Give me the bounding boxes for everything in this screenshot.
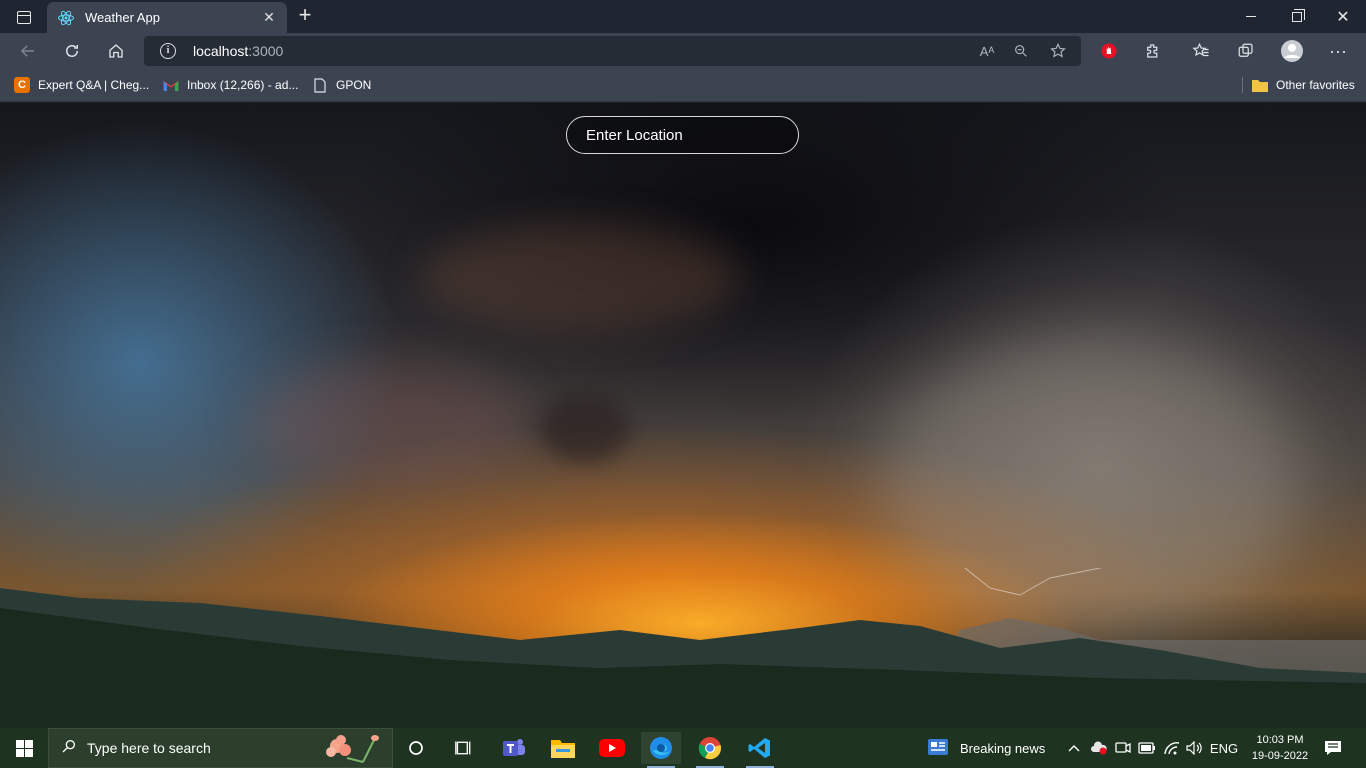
zoom-out-icon[interactable]: [1010, 41, 1032, 61]
cloud-shape: [420, 223, 740, 333]
teams-icon[interactable]: [494, 732, 534, 764]
search-highlight-flowers-icon: [319, 732, 383, 768]
onedrive-error-icon[interactable]: [1088, 728, 1110, 768]
news-widget[interactable]: Breaking news: [928, 728, 1045, 768]
bookmark-label: Inbox (12,266) - ad...: [187, 78, 299, 92]
react-logo-icon: [57, 9, 75, 27]
home-icon[interactable]: [101, 36, 131, 66]
taskbar-search-placeholder: Type here to search: [87, 740, 211, 756]
news-icon: [928, 738, 948, 758]
bookmark-gmail[interactable]: Inbox (12,266) - ad...: [163, 75, 298, 95]
clock-date: 19-09-2022: [1251, 750, 1309, 762]
folder-icon: [1252, 77, 1268, 93]
battery-icon[interactable]: [1136, 728, 1158, 768]
other-favorites[interactable]: Other favorites: [1252, 75, 1355, 95]
cortana-icon[interactable]: [396, 732, 436, 764]
start-button[interactable]: [0, 728, 48, 768]
refresh-icon[interactable]: [57, 36, 87, 66]
tab-actions-icon[interactable]: [10, 6, 38, 28]
search-icon: [61, 738, 77, 759]
file-explorer-icon[interactable]: [543, 732, 583, 764]
favorites-icon[interactable]: [1186, 36, 1216, 66]
show-hidden-icons-chevron-icon[interactable]: [1064, 728, 1084, 768]
bookmark-separator: [1242, 77, 1243, 93]
vscode-icon[interactable]: [740, 732, 780, 768]
extension-red-icon[interactable]: [1094, 36, 1124, 66]
browser-toolbar: i localhost:3000 Aᴬ ···: [0, 33, 1366, 69]
chrome-icon[interactable]: [690, 732, 730, 768]
collections-icon[interactable]: [1231, 36, 1261, 66]
other-favorites-label: Other favorites: [1276, 78, 1355, 92]
site-info-icon[interactable]: i: [160, 43, 176, 59]
back-icon[interactable]: [13, 36, 43, 66]
language-indicator[interactable]: ENG: [1208, 728, 1240, 768]
location-search-input[interactable]: [566, 116, 799, 154]
close-window-button[interactable]: ✕: [1320, 0, 1366, 33]
notifications-icon[interactable]: [1320, 728, 1346, 768]
meet-now-icon[interactable]: [1113, 728, 1133, 768]
extensions-icon[interactable]: [1138, 36, 1168, 66]
more-icon[interactable]: ···: [1323, 36, 1353, 66]
restore-button[interactable]: [1274, 0, 1320, 33]
bookmarks-bar: C Expert Q&A | Cheg... Inbox (12,266) - …: [0, 69, 1366, 102]
windows-taskbar: Type here to search Breaking news ENG 10…: [0, 728, 1366, 768]
youtube-icon[interactable]: [592, 732, 632, 764]
news-label: Breaking news: [960, 740, 1046, 756]
bookmark-gpon[interactable]: GPON: [312, 75, 371, 95]
address-port: :3000: [248, 43, 284, 59]
taskbar-search-box[interactable]: Type here to search: [48, 728, 393, 768]
read-aloud-icon[interactable]: Aᴬ: [976, 41, 998, 61]
profile-icon[interactable]: [1277, 36, 1307, 66]
edge-icon[interactable]: [641, 732, 681, 768]
task-view-icon[interactable]: [444, 732, 484, 764]
tab-close-icon[interactable]: ✕: [261, 9, 277, 26]
cloud-shape: [540, 393, 630, 463]
weather-app-background: [0, 103, 1366, 728]
page-icon: [312, 77, 328, 93]
bookmark-label: Expert Q&A | Cheg...: [38, 78, 150, 92]
gmail-icon: [163, 77, 179, 93]
windows-logo-icon: [15, 739, 33, 757]
volume-icon[interactable]: [1184, 728, 1206, 768]
chegg-icon: C: [14, 77, 30, 93]
clock[interactable]: 10:03 PM 19-09-2022: [1240, 732, 1320, 764]
bookmark-label: GPON: [336, 78, 372, 92]
browser-tab-strip: Weather App ✕ + ✕: [0, 0, 1366, 33]
address-host: localhost: [193, 43, 249, 59]
clock-time: 10:03 PM: [1256, 734, 1304, 746]
tab-title: Weather App: [85, 10, 160, 25]
mountain-silhouette: [0, 568, 1366, 728]
bookmark-chegg[interactable]: C Expert Q&A | Cheg...: [14, 75, 149, 95]
address-bar[interactable]: i localhost:3000 Aᴬ: [144, 36, 1081, 66]
tab-weather-app[interactable]: Weather App ✕: [47, 2, 287, 33]
wifi-icon[interactable]: [1161, 728, 1183, 768]
add-favorite-icon[interactable]: [1047, 41, 1069, 61]
cloud-shape: [250, 363, 530, 483]
new-tab-button[interactable]: +: [292, 4, 318, 28]
minimize-button[interactable]: [1228, 0, 1274, 33]
